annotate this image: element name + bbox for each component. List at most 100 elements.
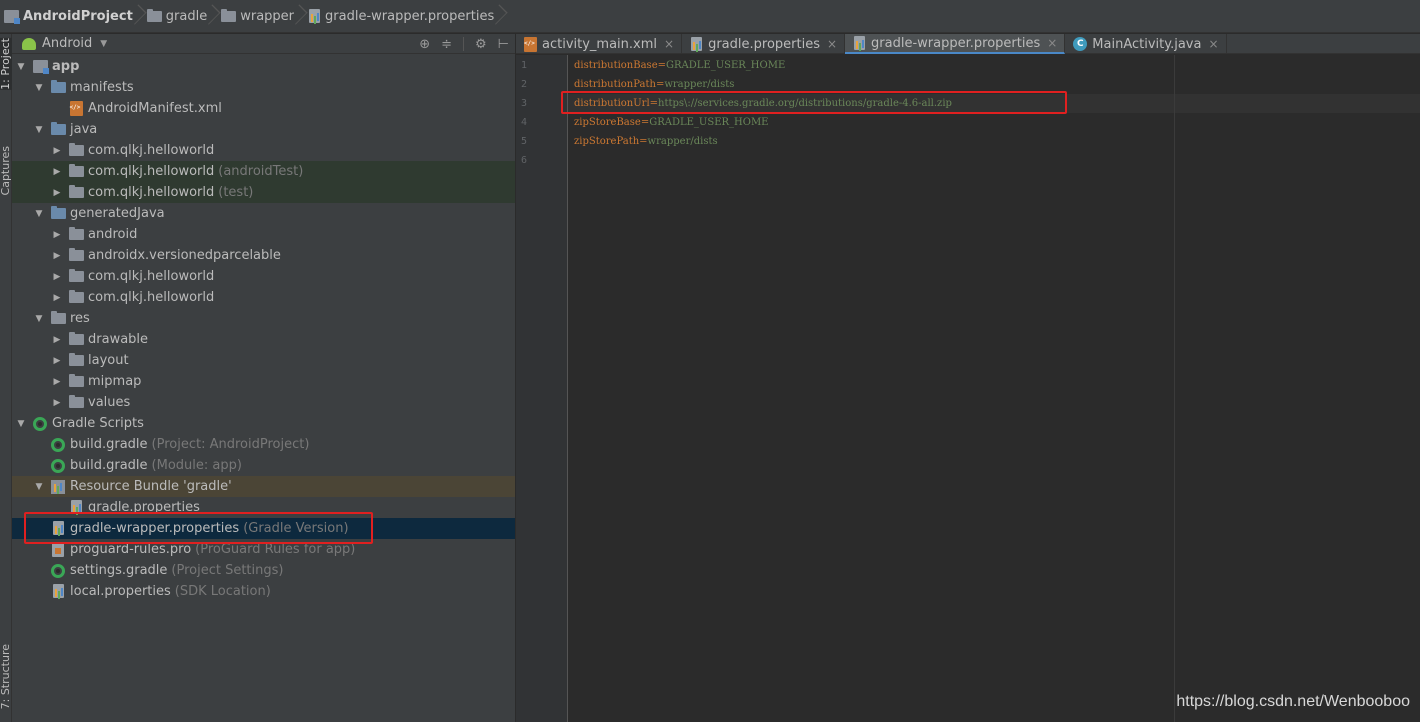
tree-node-java[interactable]: ▼ java xyxy=(12,119,515,140)
collapse-arrow-icon[interactable]: ▶ xyxy=(52,335,62,345)
properties-file-icon xyxy=(70,500,83,515)
collapse-arrow-icon[interactable]: ▶ xyxy=(52,398,62,408)
tree-node-label: android xyxy=(88,227,138,242)
expand-arrow-icon[interactable]: ▼ xyxy=(34,209,44,219)
line-number-gutter: 1 2 3 4 5 6 xyxy=(516,55,568,722)
tree-node-gradle-scripts[interactable]: ▼ Gradle Scripts xyxy=(12,413,515,434)
breadcrumb-item-gradle[interactable]: gradle xyxy=(145,0,213,33)
tree-node-label: androidx.versionedparcelable xyxy=(88,248,281,263)
tab-main-activity-java[interactable]: C MainActivity.java × xyxy=(1065,34,1227,54)
tab-activity-main-xml[interactable]: activity_main.xml × xyxy=(516,34,683,54)
tree-node-package[interactable]: ▶ com.qlkj.helloworld xyxy=(12,140,515,161)
tree-node-settings-gradle[interactable]: settings.gradle (Project Settings) xyxy=(12,560,515,581)
collapse-arrow-icon[interactable]: ▶ xyxy=(52,167,62,177)
tree-node-gradle-wrapper-properties[interactable]: gradle-wrapper.properties (Gradle Versio… xyxy=(12,518,515,539)
close-icon[interactable]: × xyxy=(1047,36,1057,50)
expand-arrow-icon[interactable]: ▼ xyxy=(16,419,26,429)
property-value: GRADLE_USER_HOME xyxy=(649,117,769,128)
view-mode-selector[interactable]: Android xyxy=(42,36,92,51)
expand-arrow-icon[interactable]: ▼ xyxy=(16,62,26,72)
xml-file-icon xyxy=(524,36,537,52)
line-number: 2 xyxy=(521,79,528,90)
tree-node-label: generatedJava xyxy=(70,206,165,221)
tree-node-package[interactable]: ▶ com.qlkj.helloworld xyxy=(12,287,515,308)
code-line: distributionBase=GRADLE_USER_HOME xyxy=(574,56,785,75)
tree-node-label: Gradle Scripts xyxy=(52,416,144,431)
line-number: 3 xyxy=(521,98,528,109)
close-icon[interactable]: × xyxy=(827,37,837,51)
tree-node-res[interactable]: ▼ res xyxy=(12,308,515,329)
hide-panel-icon[interactable]: ⊢ xyxy=(498,37,509,52)
tree-node-drawable[interactable]: ▶ drawable xyxy=(12,329,515,350)
project-panel: Android ▼ ⊕ ≑ ⚙ ⊢ ▼ app ▼ manifests Andr… xyxy=(12,34,516,722)
collapse-arrow-icon[interactable]: ▶ xyxy=(52,272,62,282)
properties-file-icon xyxy=(690,36,703,52)
collapse-arrow-icon[interactable]: ▶ xyxy=(52,188,62,198)
property-key: zipStoreBase xyxy=(574,117,641,128)
tree-node-manifests[interactable]: ▼ manifests xyxy=(12,77,515,98)
properties-file-icon xyxy=(52,521,65,536)
tree-node-build-gradle-module[interactable]: build.gradle (Module: app) xyxy=(12,455,515,476)
package-folder-icon xyxy=(68,227,84,240)
tree-node-proguard-rules[interactable]: proguard-rules.pro (ProGuard Rules for a… xyxy=(12,539,515,560)
scroll-from-source-icon[interactable]: ⊕ xyxy=(419,37,430,52)
tree-node-android-manifest[interactable]: AndroidManifest.xml xyxy=(12,98,515,119)
tree-node-hint: (ProGuard Rules for app) xyxy=(195,542,356,557)
properties-file-icon xyxy=(52,584,65,599)
code-editor[interactable]: distributionBase=GRADLE_USER_HOME distri… xyxy=(568,55,1420,722)
gradle-icon xyxy=(51,437,65,452)
tree-node-label: layout xyxy=(88,353,129,368)
tree-node-resource-bundle[interactable]: ▼ Resource Bundle 'gradle' xyxy=(12,476,515,497)
chevron-down-icon[interactable]: ▼ xyxy=(100,39,107,49)
package-folder-icon xyxy=(68,143,84,156)
collapse-arrow-icon[interactable]: ▶ xyxy=(52,293,62,303)
expand-arrow-icon[interactable]: ▼ xyxy=(34,482,44,492)
tree-node-local-properties[interactable]: local.properties (SDK Location) xyxy=(12,581,515,602)
collapse-arrow-icon[interactable]: ▶ xyxy=(52,146,62,156)
close-icon[interactable]: × xyxy=(1208,37,1218,51)
project-tool-window-button[interactable]: 1: Project xyxy=(0,38,12,90)
tree-node-values[interactable]: ▶ values xyxy=(12,392,515,413)
collapse-all-icon[interactable]: ≑ xyxy=(441,37,452,52)
tree-node-build-gradle-project[interactable]: build.gradle (Project: AndroidProject) xyxy=(12,434,515,455)
tree-node-label: build.gradle xyxy=(70,458,148,473)
tree-node-package-android[interactable]: ▶ android xyxy=(12,224,515,245)
expand-arrow-icon[interactable]: ▼ xyxy=(34,314,44,324)
property-value: wrapper/dists xyxy=(664,79,735,90)
properties-file-icon xyxy=(308,8,321,24)
breadcrumb-item-wrapper[interactable]: wrapper xyxy=(219,0,300,33)
breadcrumb-label: gradle-wrapper.properties xyxy=(325,8,495,24)
tab-gradle-wrapper-properties[interactable]: gradle-wrapper.properties × xyxy=(845,34,1066,54)
folder-icon xyxy=(68,332,84,345)
package-folder-icon xyxy=(68,164,84,177)
tab-label: gradle-wrapper.properties xyxy=(871,35,1041,51)
collapse-arrow-icon[interactable]: ▶ xyxy=(52,377,62,387)
expand-arrow-icon[interactable]: ▼ xyxy=(34,125,44,135)
tree-node-hint: (Project: AndroidProject) xyxy=(151,437,310,452)
property-key: zipStorePath xyxy=(574,136,640,147)
tree-node-gradle-properties[interactable]: gradle.properties xyxy=(12,497,515,518)
gear-icon[interactable]: ⚙ xyxy=(475,37,487,52)
tab-gradle-properties[interactable]: gradle.properties × xyxy=(682,34,846,54)
breadcrumb-item-project[interactable]: AndroidProject xyxy=(2,0,139,33)
collapse-arrow-icon[interactable]: ▶ xyxy=(52,230,62,240)
tree-node-package-androidtest[interactable]: ▶ com.qlkj.helloworld (androidTest) xyxy=(12,161,515,182)
expand-arrow-icon[interactable]: ▼ xyxy=(34,83,44,93)
java-class-icon: C xyxy=(1073,37,1088,51)
line-number: 6 xyxy=(521,155,528,166)
tree-node-package-test[interactable]: ▶ com.qlkj.helloworld (test) xyxy=(12,182,515,203)
tree-node-package[interactable]: ▶ com.qlkj.helloworld xyxy=(12,266,515,287)
tree-node-package-androidx[interactable]: ▶ androidx.versionedparcelable xyxy=(12,245,515,266)
close-icon[interactable]: × xyxy=(664,37,674,51)
tree-node-mipmap[interactable]: ▶ mipmap xyxy=(12,371,515,392)
captures-tool-window-button[interactable]: Captures xyxy=(0,146,12,195)
collapse-arrow-icon[interactable]: ▶ xyxy=(52,356,62,366)
right-margin-guide xyxy=(1174,55,1175,722)
tree-node-layout[interactable]: ▶ layout xyxy=(12,350,515,371)
tree-node-app[interactable]: ▼ app xyxy=(12,56,515,77)
breadcrumb-item-file[interactable]: gradle-wrapper.properties xyxy=(306,0,500,33)
module-icon xyxy=(4,9,20,24)
collapse-arrow-icon[interactable]: ▶ xyxy=(52,251,62,261)
structure-tool-window-button[interactable]: 7: Structure xyxy=(0,644,12,709)
tree-node-generated-java[interactable]: ▼ generatedJava xyxy=(12,203,515,224)
